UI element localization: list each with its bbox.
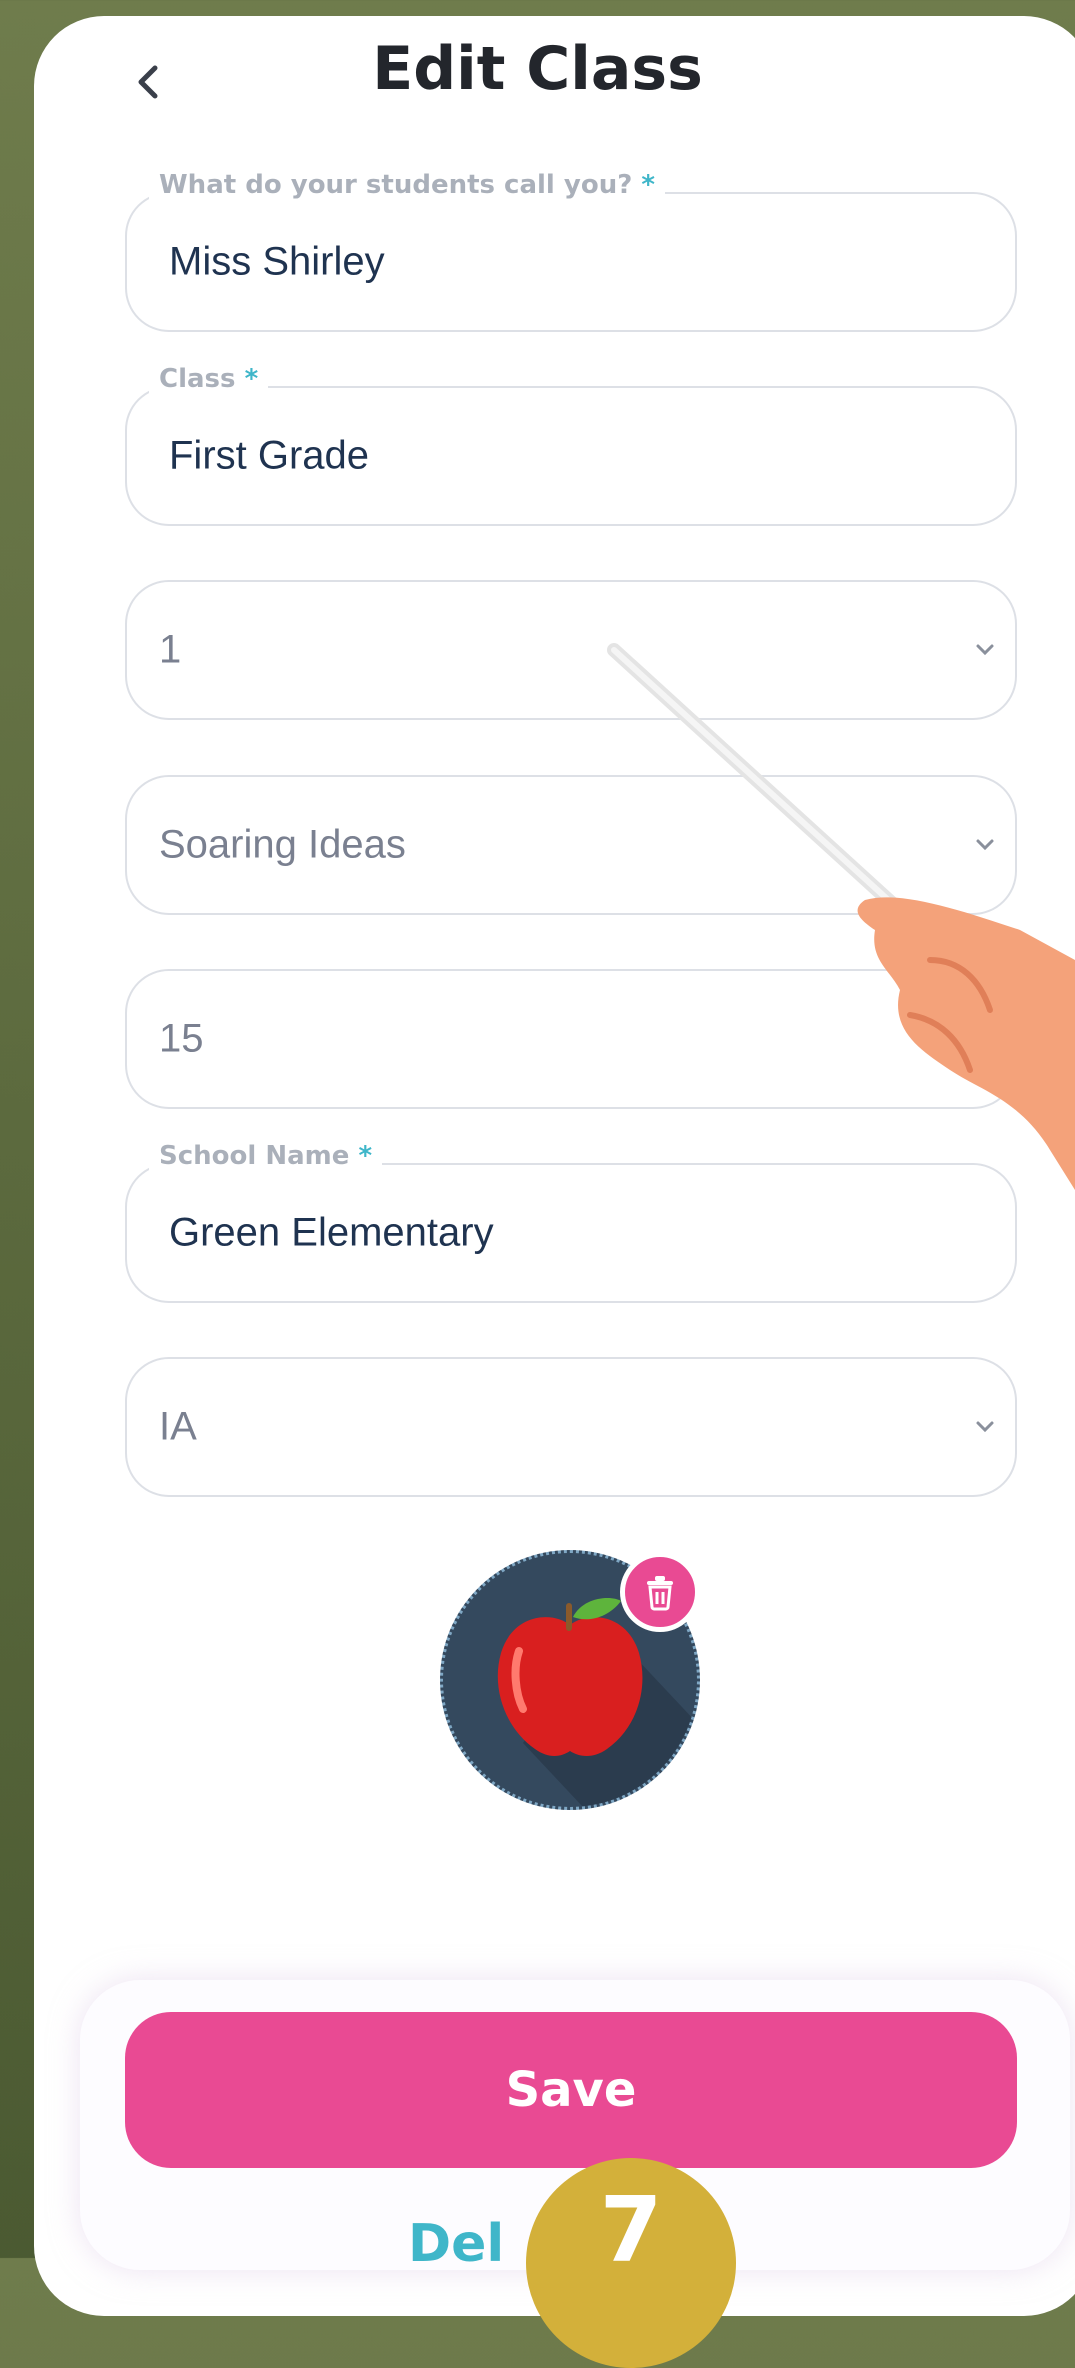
student-count-field[interactable]: 15: [125, 969, 1017, 1109]
curriculum-select-value: Soaring Ideas: [159, 822, 406, 867]
grade-select[interactable]: 1: [125, 580, 1017, 720]
chevron-down-icon: [971, 1413, 999, 1441]
class-avatar[interactable]: [440, 1550, 700, 1810]
class-name-field[interactable]: Class * First Grade: [125, 364, 1017, 526]
page-title: Edit Class: [372, 34, 703, 104]
teacher-name-label: What do your students call you? *: [149, 170, 665, 200]
chevron-down-icon: [971, 831, 999, 859]
class-name-input[interactable]: First Grade: [169, 434, 369, 479]
class-name-label: Class *: [149, 364, 269, 394]
step-badge: 7: [526, 2158, 736, 2368]
school-name-input[interactable]: Green Elementary: [169, 1211, 494, 1256]
teacher-name-input[interactable]: Miss Shirley: [169, 240, 385, 285]
trash-icon: [647, 1576, 673, 1611]
grade-select-value: 1: [159, 627, 182, 672]
state-select[interactable]: IA: [125, 1357, 1017, 1497]
delete-avatar-button[interactable]: [620, 1552, 700, 1632]
teacher-name-field[interactable]: What do your students call you? * Miss S…: [125, 170, 1017, 332]
save-button[interactable]: Save: [125, 2012, 1017, 2168]
student-count-input[interactable]: 15: [159, 1017, 204, 1062]
school-name-field[interactable]: School Name * Green Elementary: [125, 1141, 1017, 1303]
curriculum-select[interactable]: Soaring Ideas: [125, 775, 1017, 915]
delete-class-link[interactable]: Del: [408, 2214, 504, 2274]
state-select-value: IA: [159, 1404, 197, 1449]
chevron-down-icon: [971, 636, 999, 664]
school-name-label: School Name *: [149, 1141, 383, 1171]
